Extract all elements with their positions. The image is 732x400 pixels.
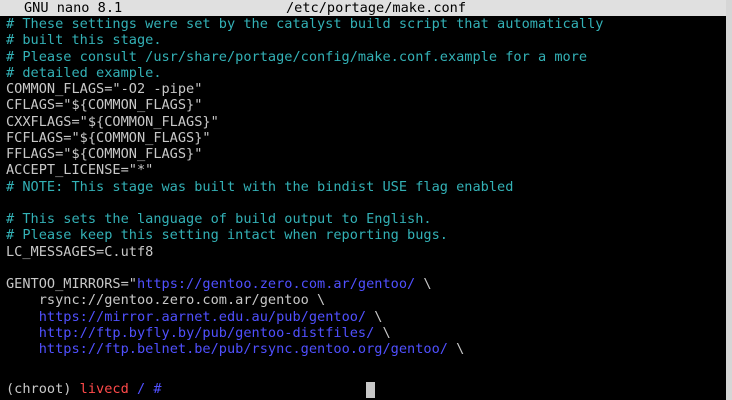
- nano-title-bar: GNU nano 8.1 /etc/portage/make.conf: [0, 0, 726, 16]
- mirror-url[interactable]: https://gentoo.zero.com.ar/gentoo/: [137, 276, 415, 292]
- editor-line[interactable]: # This sets the language of build output…: [6, 211, 724, 227]
- mirror-prefix: [6, 292, 39, 308]
- comment-text: # NOTE: This stage was built with the bi…: [6, 178, 514, 195]
- editor-line[interactable]: CXXFLAGS="${COMMON_FLAGS}": [6, 114, 724, 130]
- setting-text: LC_MESSAGES=C.utf8: [6, 243, 154, 260]
- editor-line[interactable]: FFLAGS="${COMMON_FLAGS}": [6, 146, 724, 162]
- setting-text: CXXFLAGS="${COMMON_FLAGS}": [6, 113, 219, 130]
- comment-text: # detailed example.: [6, 64, 162, 81]
- editor-line[interactable]: # detailed example.: [6, 65, 724, 81]
- prompt-symbol: #: [145, 381, 170, 397]
- editor-line[interactable]: # Please keep this setting intact when r…: [6, 227, 724, 243]
- comment-text: # Please consult /usr/share/portage/conf…: [6, 48, 588, 65]
- mirror-url[interactable]: https://mirror.aarnet.edu.au/pub/gentoo/: [39, 309, 366, 325]
- terminal-cursor[interactable]: [366, 382, 375, 398]
- editor-buffer[interactable]: # These settings were set by the catalys…: [6, 16, 724, 357]
- editor-line[interactable]: # NOTE: This stage was built with the bi…: [6, 179, 724, 195]
- scrollbar[interactable]: [726, 0, 732, 400]
- line-continuation: \: [447, 341, 465, 357]
- editor-line[interactable]: # Please consult /usr/share/portage/conf…: [6, 49, 724, 65]
- mirror-prefix: [6, 341, 39, 357]
- mirror-url[interactable]: http://ftp.byfly.by/pub/gentoo-distfiles…: [39, 325, 375, 341]
- editor-line[interactable]: FCFLAGS="${COMMON_FLAGS}": [6, 130, 724, 146]
- editor-line[interactable]: GENTOO_MIRRORS="https://gentoo.zero.com.…: [6, 276, 724, 292]
- line-continuation: \: [366, 308, 383, 325]
- line-continuation: \: [374, 324, 391, 341]
- current-directory: /: [136, 381, 146, 397]
- editor-line[interactable]: [6, 260, 724, 276]
- editor-line[interactable]: LC_MESSAGES=C.utf8: [6, 244, 724, 260]
- comment-text: # These settings were set by the catalys…: [6, 16, 604, 32]
- editor-line[interactable]: https://ftp.belnet.be/pub/rsync.gentoo.o…: [6, 341, 724, 357]
- editor-line[interactable]: [6, 195, 724, 211]
- shell-prompt: (chroot) livecd / #: [6, 381, 170, 397]
- setting-text: CFLAGS="${COMMON_FLAGS}": [6, 97, 203, 114]
- editor-line[interactable]: rsync://gentoo.zero.com.ar/gentoo \: [6, 292, 724, 308]
- line-continuation: \: [415, 276, 432, 292]
- editor-line[interactable]: COMMON_FLAGS="-O2 -pipe": [6, 81, 724, 97]
- chroot-label: (chroot): [6, 381, 80, 397]
- setting-text: ACCEPT_LICENSE="*": [6, 162, 154, 179]
- editor-line[interactable]: # built this stage.: [6, 32, 724, 48]
- setting-text: COMMON_FLAGS="-O2 -pipe": [6, 81, 203, 97]
- editor-line[interactable]: CFLAGS="${COMMON_FLAGS}": [6, 97, 724, 113]
- editor-line[interactable]: https://mirror.aarnet.edu.au/pub/gentoo/…: [6, 309, 724, 325]
- editor-line[interactable]: ACCEPT_LICENSE="*": [6, 162, 724, 178]
- editor-line[interactable]: http://ftp.byfly.by/pub/gentoo-distfiles…: [6, 325, 724, 341]
- mirror-plain-url: rsync://gentoo.zero.com.ar/gentoo: [38, 292, 309, 309]
- nano-version: GNU nano 8.1: [24, 0, 123, 16]
- setting-text: FCFLAGS="${COMMON_FLAGS}": [6, 129, 211, 146]
- prompt-separator: [129, 381, 137, 397]
- comment-text: # This sets the language of build output…: [6, 211, 432, 227]
- mirror-prefix: GENTOO_MIRRORS=": [6, 276, 137, 292]
- file-path: /etc/portage/make.conf: [286, 0, 467, 16]
- line-continuation: \: [308, 292, 326, 309]
- comment-text: # built this stage.: [6, 32, 162, 49]
- terminal-screen: GNU nano 8.1 /etc/portage/make.conf # Th…: [0, 0, 732, 400]
- comment-text: # Please keep this setting intact when r…: [6, 227, 448, 244]
- editor-line[interactable]: # These settings were set by the catalys…: [6, 16, 724, 32]
- mirror-prefix: [6, 325, 39, 341]
- mirror-url[interactable]: https://ftp.belnet.be/pub/rsync.gentoo.o…: [39, 341, 448, 357]
- mirror-prefix: [6, 309, 39, 325]
- host-name: livecd: [79, 381, 129, 397]
- setting-text: FFLAGS="${COMMON_FLAGS}": [6, 146, 203, 162]
